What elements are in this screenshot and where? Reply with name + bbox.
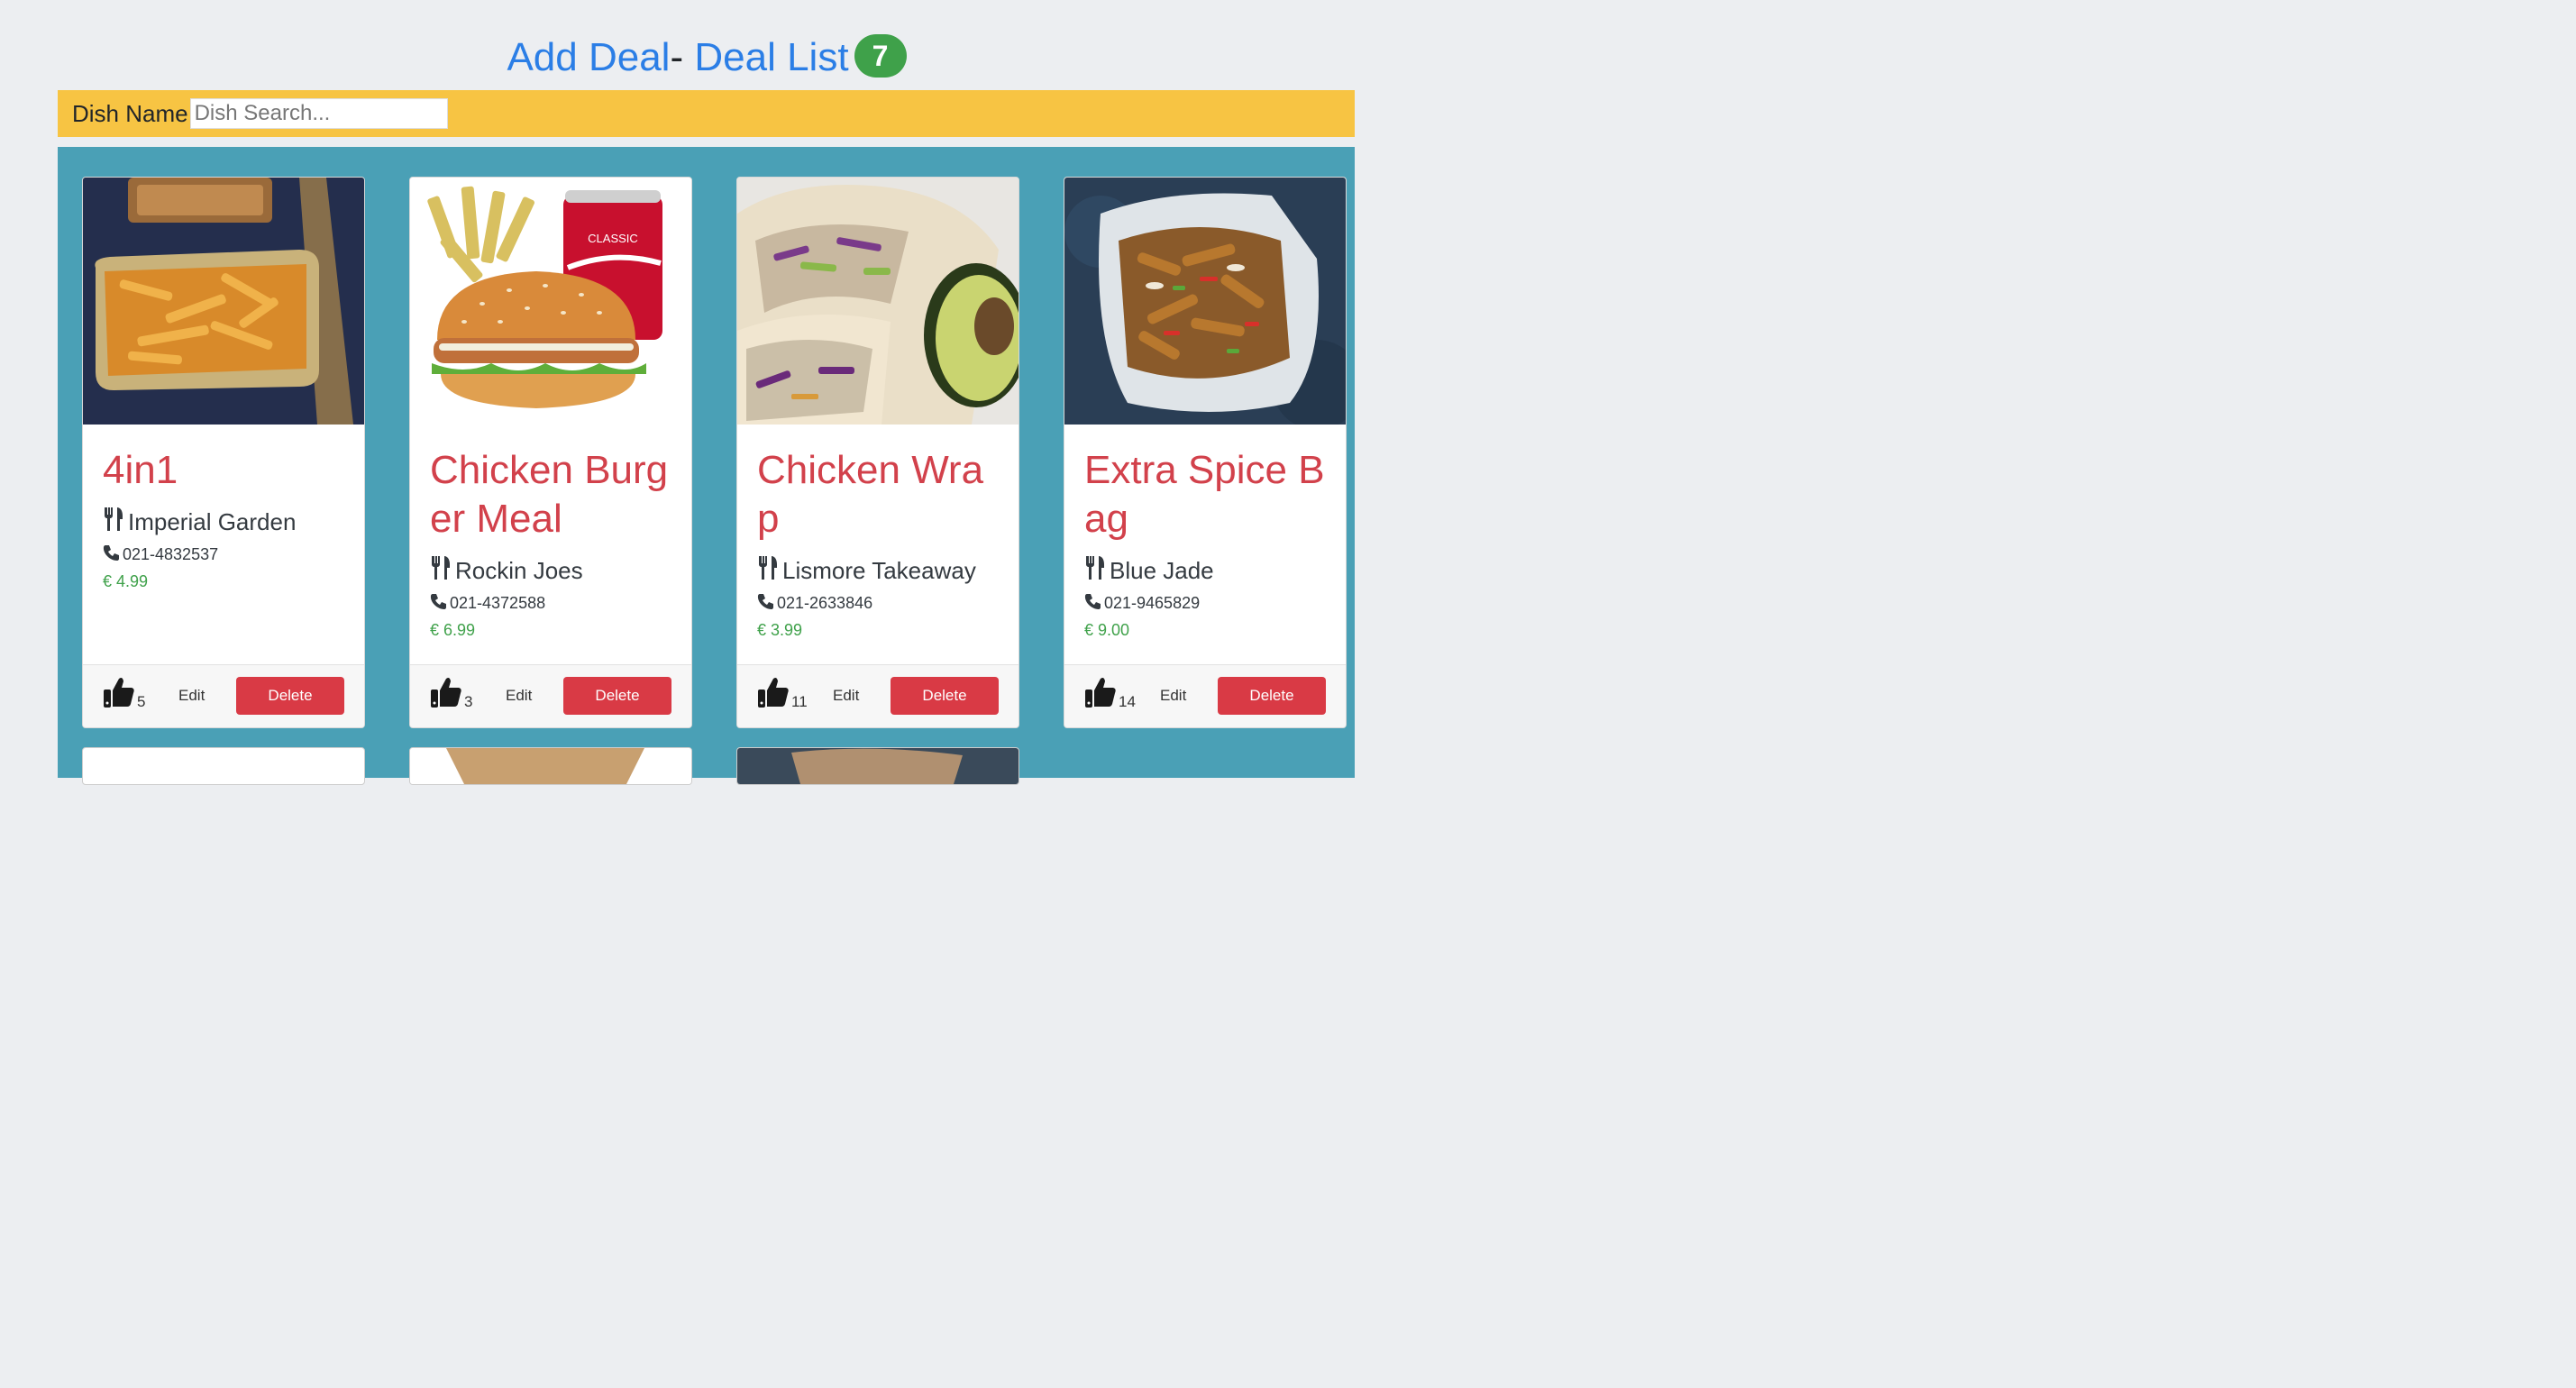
thumbs-up-icon[interactable] [103,676,135,713]
thumbs-up-icon[interactable] [430,676,462,713]
like-count: 3 [464,693,473,710]
deal-image [410,748,691,784]
thumbs-up-icon[interactable] [757,676,790,713]
phone-icon [1084,593,1104,614]
delete-button[interactable]: Delete [563,677,671,715]
deal-image [1064,178,1346,425]
phone-icon [103,544,123,565]
card-footer: 5 Edit Delete [83,664,364,727]
card-footer: 11 Edit Delete [737,664,1019,727]
deal-card: CLASSIC Chicken Burger Meal Rockin Joes [409,177,692,728]
like-count: 11 [791,693,808,710]
deal-image [83,178,364,425]
dish-name: Extra Spice Bag [1084,448,1325,541]
phone-icon [757,593,777,614]
utensils-icon [1084,556,1110,586]
deal-card: Extra Spice Bag Blue Jade 021-9465829 € … [1064,177,1347,728]
like-count: 5 [137,693,146,710]
deal-price: € 6.99 [430,621,476,639]
dish-name: Chicken Wrap [757,448,984,541]
like-button[interactable]: 3 [430,676,472,713]
deal-card-partial [736,747,1019,785]
utensils-icon [103,507,128,537]
deal-card-partial [409,747,692,785]
deal-card: Chicken Wrap Lismore Takeaway 021-263384… [736,177,1019,728]
restaurant-phone: 021-9465829 [1084,593,1326,614]
dish-name: 4in1 [103,448,178,492]
dish-search-input[interactable] [189,98,448,129]
like-button[interactable]: 11 [757,676,808,713]
edit-button[interactable]: Edit [1160,687,1186,705]
dish-name: Chicken Burger Meal [430,448,669,541]
edit-button[interactable]: Edit [833,687,859,705]
deal-price: € 9.00 [1084,621,1130,639]
edit-button[interactable]: Edit [178,687,205,705]
deal-image [737,748,1019,784]
title-separator: - [670,35,695,79]
deal-count-badge: 7 [854,34,907,78]
page-title: Add Deal- Deal List 7 [0,32,1413,83]
deal-image [737,178,1019,425]
restaurant-name: Rockin Joes [430,556,671,586]
restaurant-phone: 021-4832537 [103,544,344,565]
deal-card: 4in1 Imperial Garden 021-4832537 € 4.99 … [82,177,365,728]
deal-list-link[interactable]: Deal List [694,35,848,79]
delete-button[interactable]: Delete [1218,677,1326,715]
delete-button[interactable]: Delete [891,677,999,715]
dish-name-label: Dish Name [72,99,188,127]
utensils-icon [430,556,455,586]
deal-price: € 3.99 [757,621,803,639]
add-deal-link[interactable]: Add Deal [507,35,670,79]
like-button[interactable]: 5 [103,676,145,713]
card-footer: 14 Edit Delete [1064,664,1346,727]
card-footer: 3 Edit Delete [410,664,691,727]
deal-price: € 4.99 [103,572,149,590]
restaurant-phone: 021-4372588 [430,593,671,614]
search-bar: Dish Name [58,90,1355,137]
deal-card-partial [82,747,365,785]
thumbs-up-icon[interactable] [1084,676,1117,713]
svg-text:CLASSIC: CLASSIC [588,232,638,245]
phone-icon [430,593,450,614]
delete-button[interactable]: Delete [236,677,344,715]
restaurant-name: Lismore Takeaway [757,556,999,586]
restaurant-phone: 021-2633846 [757,593,999,614]
utensils-icon [757,556,782,586]
like-count: 14 [1119,693,1136,710]
deal-image: CLASSIC [410,178,691,425]
edit-button[interactable]: Edit [506,687,532,705]
restaurant-name: Blue Jade [1084,556,1326,586]
restaurant-name: Imperial Garden [103,507,344,537]
like-button[interactable]: 14 [1084,676,1136,713]
